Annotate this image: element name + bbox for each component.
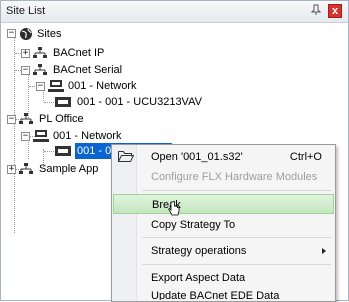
collapse-icon[interactable]: − <box>7 115 16 124</box>
computer-icon <box>48 80 64 92</box>
menu-separator <box>142 190 331 191</box>
tree-item-device-1[interactable]: 001 - 001 - UCU3213VAV <box>1 94 261 110</box>
tree-item-bacnet-ip[interactable]: + BACnet IP <box>1 45 201 61</box>
tree-label: 001 - Network <box>53 130 122 142</box>
collapse-icon[interactable]: − <box>7 29 16 38</box>
menu-item-label: Strategy operations <box>151 245 247 257</box>
menu-item-strategy-operations[interactable]: Strategy operations <box>113 241 334 261</box>
menu-item-label: Copy Strategy To <box>151 219 236 231</box>
menu-item-update-bacnet-ede[interactable]: Update BACnet EDE Data <box>113 286 334 300</box>
tree-label: Sample App <box>39 163 99 175</box>
menu-item-label: Configure FLX Hardware Modules <box>151 171 318 183</box>
tree-item-network-1[interactable]: − 001 - Network <box>1 78 201 94</box>
network-icon <box>33 64 49 76</box>
computer-icon <box>33 130 49 142</box>
tree-item-network-2[interactable]: − 001 - Network <box>1 128 201 144</box>
panel-title: Site List <box>6 5 46 17</box>
expand-icon[interactable]: + <box>21 49 30 58</box>
tree-label: BACnet Serial <box>53 64 123 76</box>
context-menu: Open '001_01.s32' Ctrl+O Configure FLX H… <box>111 144 336 302</box>
title-bar: Site List x <box>1 1 348 23</box>
menu-separator <box>142 237 331 238</box>
device-icon <box>55 145 71 157</box>
collapse-icon[interactable]: − <box>21 66 30 75</box>
tree-label: BACnet IP <box>53 47 105 59</box>
close-icon[interactable]: x <box>328 4 342 18</box>
menu-item-label: Export Aspect Data <box>151 272 246 284</box>
collapse-icon[interactable]: − <box>21 132 30 141</box>
menu-item-open[interactable]: Open '001_01.s32' Ctrl+O <box>113 147 334 167</box>
device-icon <box>55 96 71 108</box>
menu-shortcut: Ctrl+O <box>289 151 322 163</box>
tree-item-pl-office[interactable]: − PL Office <box>1 111 201 127</box>
tree-item-bacnet-serial[interactable]: − BACnet Serial <box>1 62 201 78</box>
menu-item-copy-strategy[interactable]: Copy Strategy To <box>113 215 334 235</box>
submenu-arrow-icon <box>322 248 326 254</box>
menu-item-label: Open '001_01.s32' <box>151 151 243 163</box>
network-icon <box>33 47 49 59</box>
tree-label: 001 - Network <box>68 80 137 92</box>
network-icon <box>19 163 35 175</box>
menu-item-export-aspect[interactable]: Export Aspect Data <box>113 268 334 288</box>
collapse-icon[interactable]: − <box>36 82 45 91</box>
menu-item-break[interactable]: Break <box>113 194 334 216</box>
expand-icon[interactable]: + <box>7 165 16 174</box>
menu-separator <box>142 264 331 265</box>
menu-item-configure-flx[interactable]: Configure FLX Hardware Modules <box>113 167 334 187</box>
pin-icon[interactable] <box>310 4 322 18</box>
menu-item-label: Update BACnet EDE Data <box>151 290 280 300</box>
tree-item-sites[interactable]: − Sites <box>1 26 201 42</box>
network-icon <box>19 113 35 125</box>
tree-label: PL Office <box>39 113 84 125</box>
tree-label: Sites <box>37 28 62 40</box>
site-list-panel: Site List x − Sites + BACnet IP − BACnet… <box>0 0 349 302</box>
globe-icon <box>19 27 33 40</box>
tree-label: 001 - 001 - UCU3213VAV <box>77 96 202 108</box>
